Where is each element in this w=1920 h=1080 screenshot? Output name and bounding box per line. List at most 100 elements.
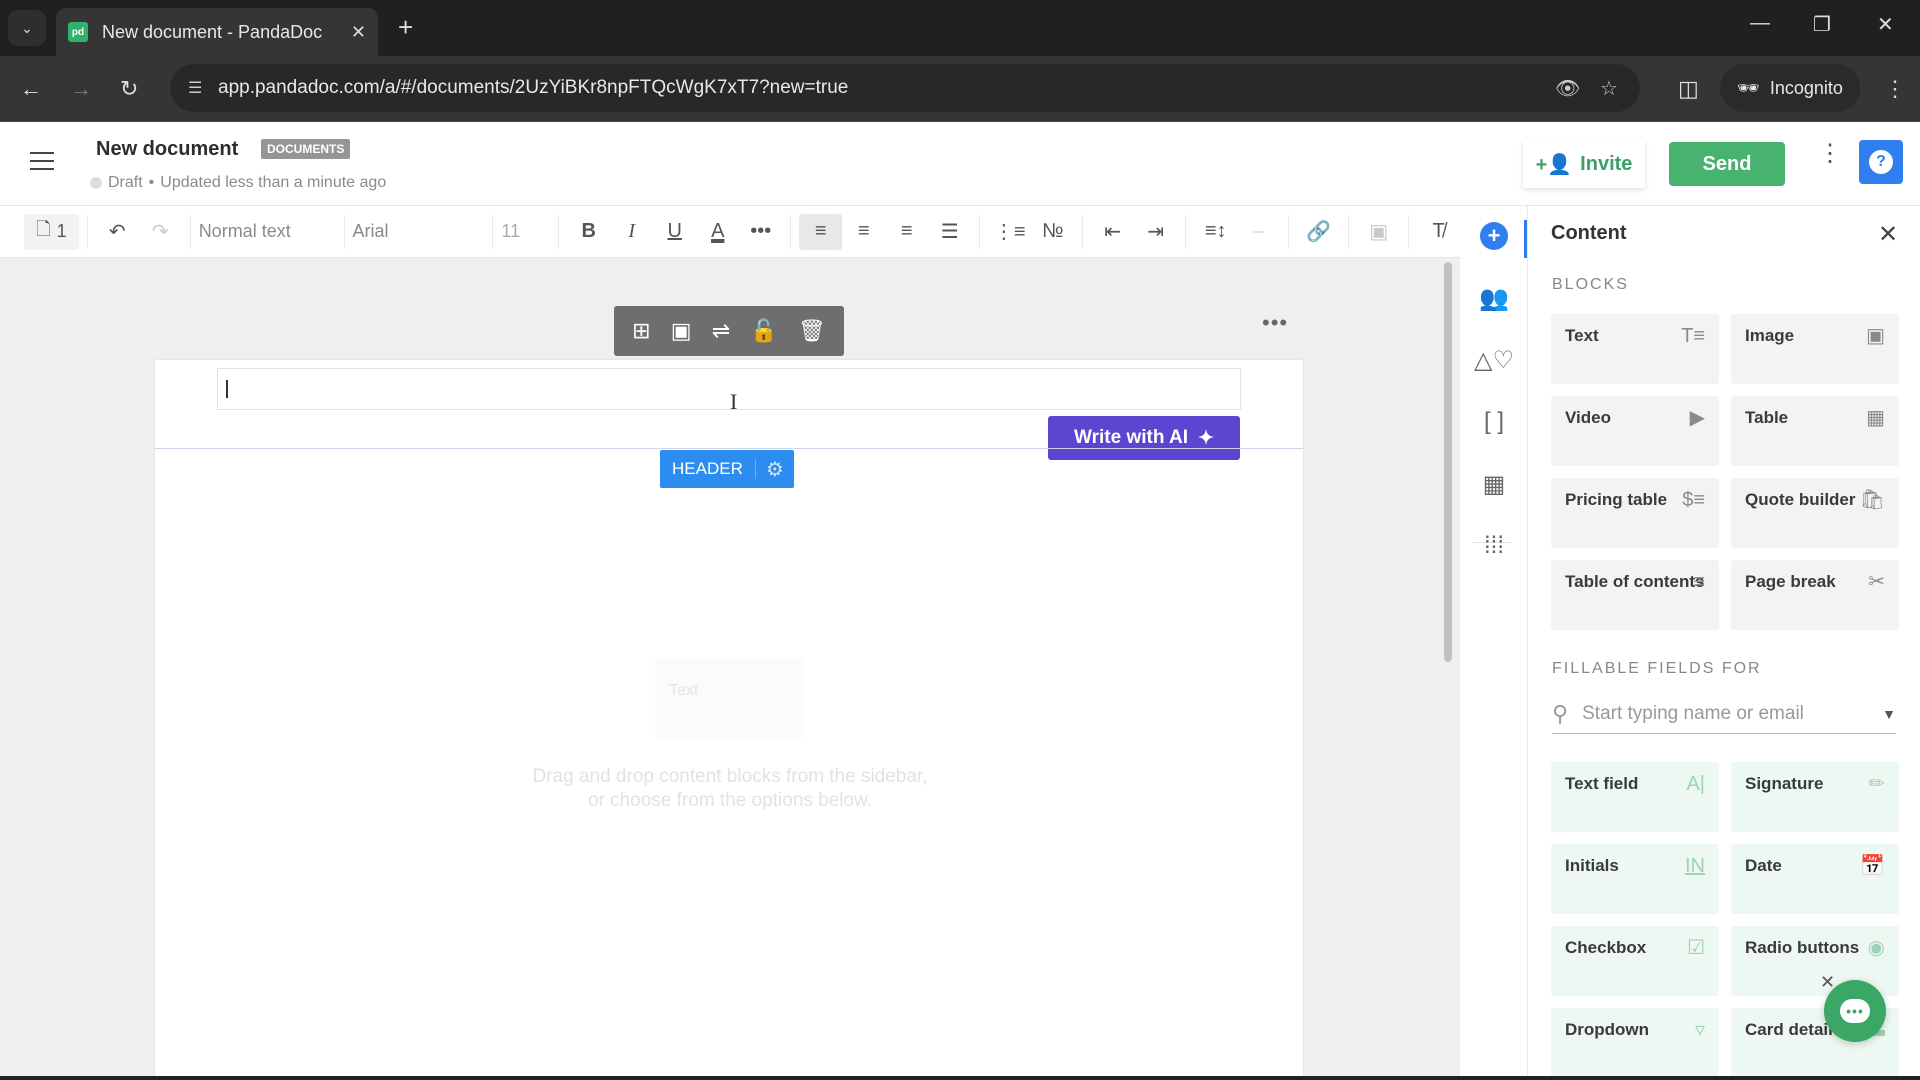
side-panel-icon[interactable]: ◫ <box>1678 76 1699 102</box>
help-icon: ? <box>1869 150 1893 174</box>
rail-content-button[interactable]: + <box>1460 222 1528 250</box>
document-title[interactable]: New document <box>96 138 238 161</box>
write-with-ai-button[interactable]: Write with AI ✦ <box>1048 416 1240 460</box>
outdent-button[interactable]: ⇤ <box>1091 214 1134 250</box>
field-dropdown[interactable]: Dropdown ▿ <box>1551 1008 1719 1078</box>
new-tab-icon[interactable]: + <box>398 12 413 43</box>
rail-recipients-button[interactable]: 👥 <box>1460 284 1528 313</box>
bullet-list-button[interactable]: ⋮≡ <box>988 214 1031 250</box>
block-text[interactable]: Text T≡ <box>1551 314 1719 384</box>
more-dots-icon: ••• <box>750 220 772 242</box>
numbered-list-icon: № <box>1041 220 1064 242</box>
header-text-input[interactable]: I <box>217 368 1241 414</box>
numbered-list-button[interactable]: № <box>1031 214 1074 250</box>
chat-widget-button[interactable]: ••• <box>1824 980 1886 1042</box>
align-center-button[interactable]: ≡ <box>842 214 885 250</box>
gear-icon[interactable]: ⚙ <box>756 457 794 482</box>
send-button[interactable]: Send <box>1669 142 1785 186</box>
tab-search-button[interactable]: ⌄ <box>8 10 46 46</box>
hamburger-menu-icon[interactable] <box>30 152 54 170</box>
field-initials[interactable]: Initials IN <box>1551 844 1719 914</box>
pricing-icon: $≡ <box>1682 489 1705 511</box>
star-icon[interactable]: ☆ <box>1600 76 1618 101</box>
field-signature[interactable]: Signature ✏ <box>1731 762 1899 832</box>
block-label: Page break <box>1745 572 1836 591</box>
page-more-options-icon[interactable]: ••• <box>1262 310 1288 336</box>
more-options-icon[interactable]: ⋮ <box>1818 142 1842 166</box>
canvas-scrollbar[interactable] <box>1444 262 1452 662</box>
close-panel-icon[interactable]: ✕ <box>1878 220 1898 249</box>
more-format-button[interactable]: ••• <box>739 214 782 250</box>
align-right-button[interactable]: ≡ <box>885 214 928 250</box>
rail-shapes-button[interactable]: △♡ <box>1460 346 1528 375</box>
forward-icon[interactable]: → <box>70 76 92 102</box>
trash-icon[interactable]: 🗑 <box>798 318 826 344</box>
italic-button[interactable]: I <box>610 214 653 250</box>
editor-canvas: ⊞ ▣ ⇌ 🔓 🗑 ••• I Write with AI ✦ HEADER ⚙… <box>0 258 1460 1080</box>
settings-sliders-icon[interactable]: ⇌ <box>712 318 730 344</box>
pages-button[interactable]: 🗋 1 <box>24 213 79 250</box>
block-label: Pricing table <box>1565 490 1668 509</box>
rail-variables-button[interactable]: [ ] <box>1460 408 1528 436</box>
eye-off-icon[interactable]: 👁 <box>1555 76 1580 101</box>
text-style-select[interactable]: Normal text <box>199 214 336 250</box>
rail-apps-button[interactable]: ⁞⁞⁞ <box>1460 532 1528 560</box>
font-size-select[interactable]: 11 <box>501 214 550 250</box>
minimize-icon[interactable]: — <box>1750 12 1770 35</box>
reload-icon[interactable]: ↻ <box>120 76 138 102</box>
recipient-search[interactable]: ⚲ Start typing name or email ▼ <box>1552 694 1896 734</box>
url-field[interactable]: ☰ app.pandadoc.com/a/#/documents/2UzYiBK… <box>170 64 1640 112</box>
indent-button[interactable]: ⇥ <box>1134 214 1177 250</box>
horizontal-rule-icon: ⎯ <box>1253 220 1264 242</box>
back-icon[interactable]: ← <box>20 76 42 102</box>
header-tag[interactable]: HEADER ⚙ <box>660 450 794 488</box>
site-settings-icon[interactable]: ☰ <box>188 78 202 98</box>
shapes-icon: △♡ <box>1474 347 1514 374</box>
divider <box>343 214 345 249</box>
align-left-button[interactable]: ≡ <box>799 213 843 250</box>
bold-button[interactable]: B <box>567 214 610 250</box>
sparkle-icon: ✦ <box>1198 427 1214 449</box>
close-tab-icon[interactable]: ✕ <box>351 22 366 43</box>
field-date[interactable]: Date 📅 <box>1731 844 1899 914</box>
block-table-of-contents[interactable]: Table of contents ≡ <box>1551 560 1719 630</box>
browser-tab[interactable]: pd New document - PandaDoc ✕ <box>56 8 378 56</box>
dropdown-icon: ▿ <box>1694 1019 1705 1041</box>
block-image[interactable]: Image ▣ <box>1731 314 1899 384</box>
add-comment-button[interactable]: ▣ <box>1357 214 1400 250</box>
add-block-icon[interactable]: ⊞ <box>632 318 650 344</box>
close-window-icon[interactable]: ✕ <box>1877 12 1894 37</box>
underline-button[interactable]: U <box>653 214 696 250</box>
unlock-icon[interactable]: 🔓 <box>750 318 777 344</box>
incognito-indicator[interactable]: 🕶 Incognito <box>1720 64 1860 112</box>
block-pricing-table[interactable]: Pricing table $≡ <box>1551 478 1719 548</box>
block-video[interactable]: Video ▶ <box>1551 396 1719 466</box>
justify-button[interactable]: ☰ <box>928 214 971 250</box>
restore-icon[interactable]: ❐ <box>1813 12 1831 37</box>
caret-down-icon[interactable]: ▼ <box>1882 706 1896 722</box>
link-button[interactable]: 🔗 <box>1297 214 1340 250</box>
add-comment-icon[interactable]: ▣ <box>671 318 692 344</box>
undo-button[interactable]: ↶ <box>96 214 139 250</box>
content-panel: Content ✕ BLOCKS Text T≡ Image ▣ Video ▶ Ta… <box>1528 206 1920 1080</box>
block-page-break[interactable]: Page break ✂ <box>1731 560 1899 630</box>
text-icon: T≡ <box>1681 325 1705 347</box>
clear-format-button[interactable]: T̸ <box>1417 214 1460 250</box>
ghost-block-label: Text <box>669 682 699 699</box>
text-color-button[interactable]: A <box>696 214 739 250</box>
font-select[interactable]: Arial <box>352 214 484 250</box>
field-checkbox[interactable]: Checkbox ☑ <box>1551 926 1719 996</box>
redo-button[interactable]: ↷ <box>139 214 182 250</box>
invite-button[interactable]: +👤 Invite <box>1523 140 1645 188</box>
help-button[interactable]: ? <box>1859 140 1903 184</box>
browser-menu-icon[interactable]: ⋮ <box>1884 76 1906 102</box>
block-quote-builder[interactable]: Quote builder 🛍 <box>1731 478 1899 548</box>
field-text-field[interactable]: Text field A| <box>1551 762 1719 832</box>
line-spacing-button[interactable]: ≡↕ <box>1194 214 1237 250</box>
horizontal-rule-button[interactable]: ⎯ <box>1237 214 1280 250</box>
ghost-text-block[interactable]: Text <box>655 658 803 738</box>
text-field-icon: A| <box>1686 773 1705 795</box>
block-table[interactable]: Table ▦ <box>1731 396 1899 466</box>
rail-workflow-button[interactable]: ▦ <box>1460 470 1528 499</box>
justify-icon: ☰ <box>940 221 959 243</box>
